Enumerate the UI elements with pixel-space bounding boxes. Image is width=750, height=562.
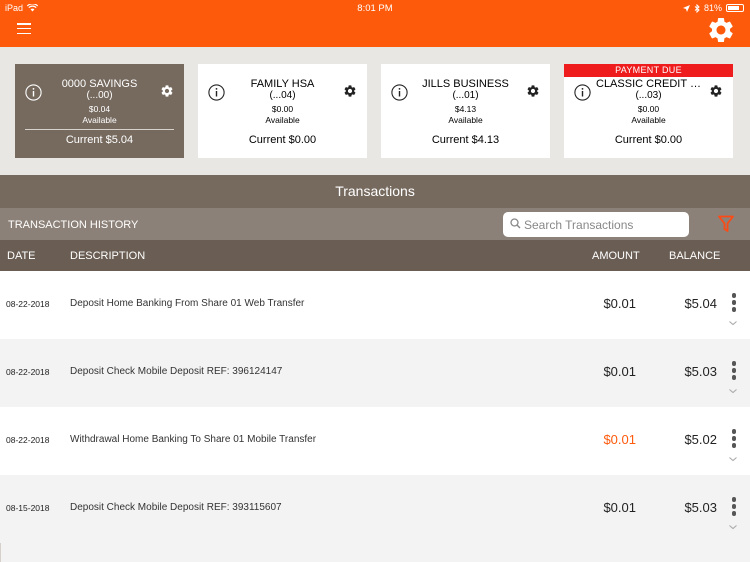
current-balance: Current $0.00 xyxy=(248,134,317,146)
available-balance: $0.04 xyxy=(88,104,111,114)
more-options-icon[interactable] xyxy=(729,293,739,313)
column-description[interactable]: DESCRIPTION xyxy=(70,250,145,262)
available-label: Available xyxy=(631,115,666,125)
column-amount[interactable]: AMOUNT xyxy=(592,250,640,262)
hamburger-line xyxy=(17,27,31,30)
chevron-down-icon[interactable] xyxy=(728,524,738,530)
transactions-title: Transactions xyxy=(0,175,750,208)
current-balance: Current $0.00 xyxy=(614,134,683,146)
available-balance: $0.00 xyxy=(637,104,660,114)
account-number: (...00) xyxy=(86,90,113,101)
transaction-row[interactable]: 08-22-2018 Deposit Home Banking From Sha… xyxy=(0,271,750,339)
available-label: Available xyxy=(82,115,117,125)
payment-due-badge: PAYMENT DUE xyxy=(564,64,733,77)
status-bar: iPad 8:01 PM 81% xyxy=(0,0,750,16)
more-options-icon[interactable] xyxy=(729,497,739,517)
account-card[interactable]: 0000 SAVINGS (...00) $0.04 Available Curr… xyxy=(15,64,184,158)
available-label: Available xyxy=(448,115,483,125)
column-date[interactable]: DATE xyxy=(7,250,36,262)
transaction-description: Deposit Check Mobile Deposit REF: 396124… xyxy=(70,366,283,377)
account-name: JILLS BUSINESS xyxy=(422,78,509,90)
hamburger-line xyxy=(17,32,31,35)
transaction-date: 08-22-2018 xyxy=(6,435,50,445)
available-balance: $4.13 xyxy=(454,104,477,114)
available-balance: $0.00 xyxy=(271,104,294,114)
transaction-description: Deposit Check Mobile Deposit REF: 393115… xyxy=(70,502,282,513)
account-number: (...03) xyxy=(635,90,662,101)
search-box[interactable] xyxy=(503,212,689,237)
battery-percent: 81% xyxy=(703,3,722,13)
transaction-date: 08-22-2018 xyxy=(6,367,50,377)
transaction-history-label: TRANSACTION HISTORY xyxy=(8,219,139,231)
search-icon xyxy=(510,218,521,229)
battery-fill xyxy=(728,6,739,10)
transaction-amount: $0.01 xyxy=(603,296,636,311)
transaction-balance: $5.04 xyxy=(684,296,717,311)
account-number: (...04) xyxy=(269,90,296,101)
account-card[interactable]: JILLS BUSINESS (...01) $4.13 Available Cu… xyxy=(381,64,550,158)
card-divider xyxy=(25,129,174,130)
transaction-balance: $5.03 xyxy=(684,500,717,515)
transaction-amount: $0.01 xyxy=(603,364,636,379)
bluetooth-icon xyxy=(694,3,700,13)
search-input[interactable] xyxy=(524,215,684,234)
account-card[interactable]: FAMILY HSA (...04) $0.00 Available Curren… xyxy=(198,64,367,158)
accounts-strip: 0000 SAVINGS (...00) $0.04 Available Curr… xyxy=(0,47,750,175)
transaction-amount: $0.01 xyxy=(603,432,636,447)
transaction-row[interactable]: 08-22-2018 Deposit Check Mobile Deposit … xyxy=(0,339,750,407)
transaction-row[interactable]: 08-15-2018 Deposit Check Mobile Deposit … xyxy=(0,475,750,543)
available-label: Available xyxy=(265,115,300,125)
transaction-date: 08-22-2018 xyxy=(6,299,50,309)
account-number: (...01) xyxy=(452,90,479,101)
transaction-balance: $5.02 xyxy=(684,432,717,447)
transaction-list: 08-22-2018 Deposit Home Banking From Sha… xyxy=(0,271,750,543)
more-options-icon[interactable] xyxy=(729,361,739,381)
chevron-down-icon[interactable] xyxy=(728,456,738,462)
status-time: 8:01 PM xyxy=(357,3,393,14)
hamburger-line xyxy=(17,23,31,25)
settings-gear-icon[interactable] xyxy=(706,15,736,45)
filter-icon[interactable] xyxy=(718,215,734,233)
current-balance: Current $5.04 xyxy=(65,134,134,146)
transaction-row[interactable]: 08-22-2018 Withdrawal Home Banking To Sh… xyxy=(0,407,750,475)
account-name: 0000 SAVINGS xyxy=(61,78,138,90)
account-name: FAMILY HSA xyxy=(250,78,315,90)
transaction-description: Withdrawal Home Banking To Share 01 Mobi… xyxy=(70,434,317,445)
app-header: iPad 8:01 PM 81% xyxy=(0,0,750,47)
current-balance: Current $4.13 xyxy=(431,134,500,146)
account-name: CLASSIC CREDIT C... xyxy=(596,78,701,90)
chevron-down-icon[interactable] xyxy=(728,320,738,326)
transaction-amount: $0.01 xyxy=(603,500,636,515)
column-balance[interactable]: BALANCE xyxy=(669,250,720,262)
chevron-down-icon[interactable] xyxy=(728,388,738,394)
more-options-icon[interactable] xyxy=(729,429,739,449)
transaction-history-bar: TRANSACTION HISTORY xyxy=(0,208,750,240)
status-right: 81% xyxy=(682,3,744,13)
account-card[interactable]: PAYMENT DUE CLASSIC CREDIT C... (...03) … xyxy=(564,64,733,158)
transaction-date: 08-15-2018 xyxy=(6,503,50,513)
transaction-description: Deposit Home Banking From Share 01 Web T… xyxy=(70,298,305,309)
column-headers: DATE DESCRIPTION AMOUNT BALANCE xyxy=(0,240,750,271)
transaction-balance: $5.03 xyxy=(684,364,717,379)
location-icon xyxy=(682,4,690,12)
menu-button[interactable] xyxy=(17,23,31,35)
battery-icon xyxy=(726,4,744,12)
